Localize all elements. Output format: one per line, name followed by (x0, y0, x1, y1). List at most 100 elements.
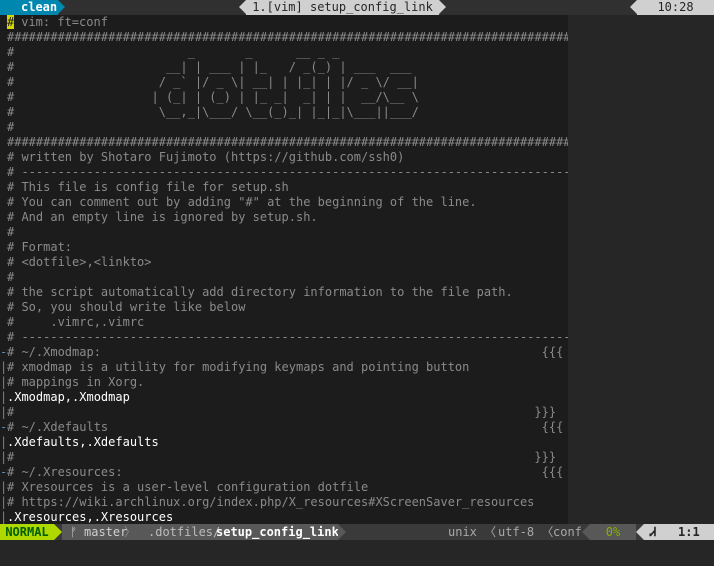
text-cursor: # (7, 15, 15, 29)
buffer-line[interactable]: # vim: ft=conf (0, 15, 568, 30)
branch-separator: 〉 (124, 525, 137, 539)
tab-title-arrow-left (239, 0, 246, 14)
line-text: # | (_| | (_) | |_ _| _| | | __/\__ \ # (7, 90, 568, 104)
editor-buffer[interactable]: # vim: ft=conf ##########################… (0, 15, 568, 524)
buffer-line[interactable]: # --------------------------------------… (0, 165, 568, 180)
buffer-line[interactable]: # # (0, 120, 568, 135)
fold-marker[interactable]: | (0, 390, 7, 405)
buffer-line[interactable]: # (0, 270, 568, 285)
git-branch-name: master (84, 525, 128, 539)
buffer-line[interactable]: | # xmodmap is a utility for modifying ke… (0, 360, 568, 375)
buffer-line[interactable]: # .vimrc,.vimrc (0, 315, 568, 330)
fold-marker[interactable]: | (0, 435, 7, 450)
fold-marker[interactable]: | (0, 495, 7, 510)
fold-marker[interactable]: | (0, 375, 7, 390)
buffer-line[interactable]: # __| | ___ | |_ / _(_) | ___ ___ # (0, 60, 568, 75)
fold-marker[interactable]: - (0, 420, 7, 435)
line-text: # Format: (7, 240, 73, 254)
line-text: # --------------------------------------… (7, 330, 568, 344)
buffer-line[interactable]: | .Xresources,.Xresources (0, 510, 568, 524)
scroll-percent: 0% (590, 524, 636, 540)
line-text: # (7, 225, 15, 239)
file-type: conf (553, 525, 582, 539)
tab-mode-label: clean (21, 0, 58, 14)
buffer-line[interactable]: - # ~/.Xdefaults {{{ (0, 420, 568, 435)
line-text: ########################################… (7, 135, 568, 149)
tab-title-arrow-right (439, 0, 446, 14)
line-text: # mappings in Xorg. (7, 375, 145, 389)
buffer-line[interactable]: | # mappings in Xorg. (0, 375, 568, 390)
buffer-line[interactable]: ########################################… (0, 30, 568, 45)
statusline: NORMAL ᚠ master .dotfiles/ setup_config_… (0, 524, 714, 540)
file-path-name: setup_config_link (216, 525, 339, 539)
buffer-line[interactable]: | # }}} (0, 405, 568, 420)
buffer-line[interactable]: | .Xdefaults,.Xdefaults (0, 435, 568, 450)
buffer-line[interactable]: # \__,_|\___/ \__(_)_| |_|_|\___||___/ # (0, 105, 568, 120)
line-text: # vim: ft=conf (7, 15, 108, 29)
buffer-line[interactable]: # Format: (0, 240, 568, 255)
buffer-line[interactable]: # And an empty line is ignored by setup.… (0, 210, 568, 225)
mode-arrow (54, 524, 62, 540)
buffer-line[interactable]: # _ _ __ _ _ # (0, 45, 568, 60)
line-text: # Xresources is a user-level configurati… (7, 480, 369, 494)
fold-marker[interactable]: - (0, 345, 7, 360)
fold-marker[interactable]: | (0, 360, 7, 375)
tab-mode-arrow (58, 0, 65, 14)
line-number-icon: Ꮧ (650, 525, 657, 539)
buffer-line[interactable]: # So, you should write like below (0, 300, 568, 315)
line-text: # ~/.Xdefaults {{{ (7, 420, 564, 434)
buffer-line[interactable]: - # ~/.Xmodmap: {{{ (0, 345, 568, 360)
line-text: # # (7, 120, 568, 134)
buffer-line[interactable]: # written by Shotaro Fujimoto (https://g… (0, 150, 568, 165)
line-text: # This file is config file for setup.sh (7, 180, 289, 194)
line-text: # ~/.Xmodmap: {{{ (7, 345, 564, 359)
fold-marker[interactable]: | (0, 480, 7, 495)
buffer-line[interactable]: | # https://wiki.archlinux.org/index.php/… (0, 495, 568, 510)
command-line[interactable] (0, 540, 714, 566)
line-text: # https://wiki.archlinux.org/index.php/X… (7, 495, 535, 509)
buffer-line[interactable]: # (0, 225, 568, 240)
buffer-line[interactable]: # This file is config file for setup.sh (0, 180, 568, 195)
line-text: ########################################… (7, 30, 568, 44)
file-encoding: utf-8 〈 (498, 525, 554, 539)
line-text: # \__,_|\___/ \__(_)_| |_|_|\___||___/ # (7, 105, 568, 119)
buffer-line[interactable]: # <dotfile>,<linkto> (0, 255, 568, 270)
line-text: # --------------------------------------… (7, 165, 568, 179)
line-text: # / _` |/ _ \| __| | |_| | |/ _ \/ __| # (7, 75, 568, 89)
line-text: # }}} (7, 450, 557, 464)
file-path-dir: .dotfiles/ (148, 525, 221, 539)
tabline: clean 1.[vim] setup_config_link 10:28 (0, 0, 714, 15)
cursor-position-segment: Ꮧ 1:1 (644, 524, 714, 540)
line-text: .Xdefaults,.Xdefaults (7, 435, 159, 449)
tab-mode-indicator: clean (0, 0, 58, 15)
buffer-line[interactable]: # | (_| | (_) | |_ _| _| | | __/\__ \ # (0, 90, 568, 105)
line-text: .Xresources,.Xresources (7, 510, 174, 524)
line-text: # xmodmap is a utility for modifying key… (7, 360, 470, 374)
file-format: unix 〈 (448, 525, 497, 539)
tab-active-title[interactable]: 1.[vim] setup_config_link (246, 0, 439, 15)
buffer-line[interactable]: # / _` |/ _ \| __| | |_| | |/ _ \/ __| # (0, 75, 568, 90)
buffer-line[interactable]: | .Xmodmap,.Xmodmap (0, 390, 568, 405)
clock: 10:28 (637, 0, 714, 15)
mode-indicator: NORMAL (0, 524, 54, 540)
buffer-line[interactable]: | # Xresources is a user-level configurat… (0, 480, 568, 495)
file-path-segment: .dotfiles/ setup_config_link (142, 524, 339, 540)
buffer-line[interactable]: ########################################… (0, 135, 568, 150)
line-text: # So, you should write like below (7, 300, 246, 314)
line-text: # ~/.Xresources: {{{ (7, 465, 564, 479)
line-text: # the script automatically add directory… (7, 285, 513, 299)
line-text: # written by Shotaro Fujimoto (https://g… (7, 150, 405, 164)
buffer-line[interactable]: # You can comment out by adding "#" at t… (0, 195, 568, 210)
cursor-position: 1:1 (678, 525, 700, 539)
buffer-line[interactable]: | # }}} (0, 450, 568, 465)
buffer-line[interactable]: # --------------------------------------… (0, 330, 568, 345)
fold-marker[interactable]: | (0, 405, 7, 420)
line-text: # (7, 270, 15, 284)
buffer-lines: # vim: ft=conf ##########################… (0, 15, 568, 524)
buffer-line[interactable]: # the script automatically add directory… (0, 285, 568, 300)
buffer-line[interactable]: - # ~/.Xresources: {{{ (0, 465, 568, 480)
fold-marker[interactable]: | (0, 510, 7, 524)
line-text: # .vimrc,.vimrc (7, 315, 145, 329)
fold-marker[interactable]: | (0, 450, 7, 465)
fold-marker[interactable]: - (0, 465, 7, 480)
